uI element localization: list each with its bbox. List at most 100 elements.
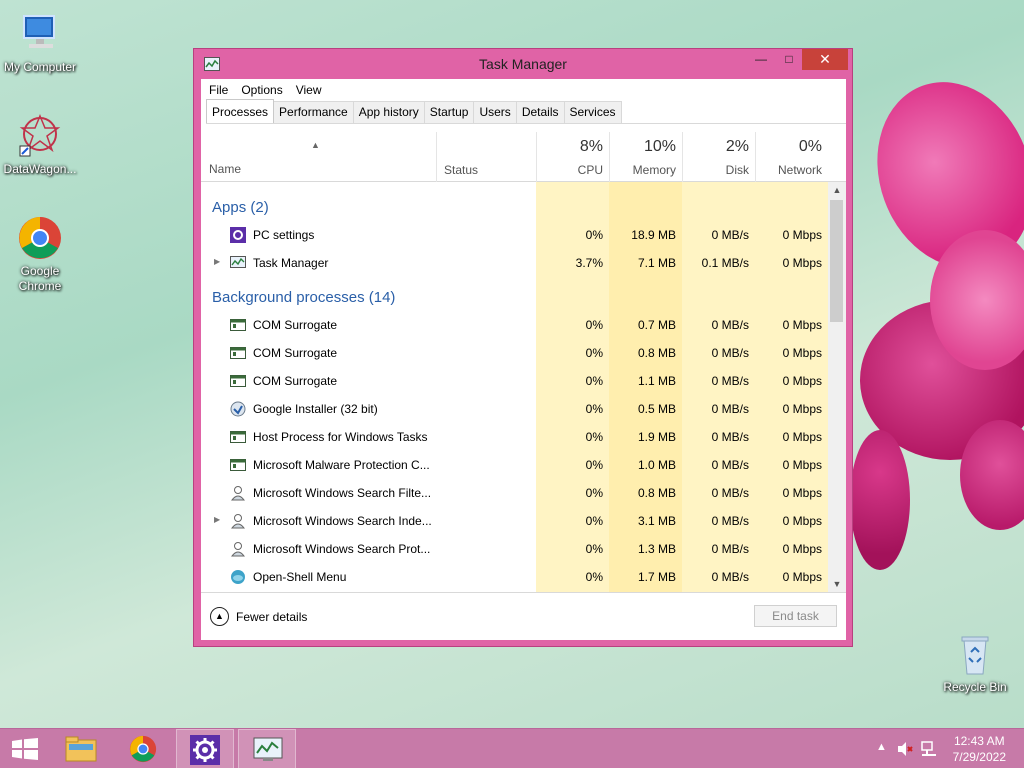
- desktop-icon-datawagon[interactable]: DataWagon...: [0, 112, 80, 177]
- memory-value: 1.7 MB: [637, 570, 676, 584]
- tab-processes[interactable]: Processes: [206, 99, 275, 123]
- network-value: 0 Mbps: [782, 374, 822, 388]
- memory-value: 0.8 MB: [637, 346, 676, 360]
- title-bar[interactable]: Task Manager — □ ✕: [194, 49, 852, 79]
- disk-value: 0 MB/s: [711, 430, 749, 444]
- column-header-cpu[interactable]: 8% CPU: [536, 132, 609, 182]
- process-name: Microsoft Windows Search Prot...: [253, 542, 431, 556]
- menu-file[interactable]: File: [209, 83, 228, 97]
- memory-value: 0.7 MB: [637, 318, 676, 332]
- tab-performance[interactable]: Performance: [273, 101, 354, 123]
- close-button[interactable]: ✕: [802, 49, 848, 70]
- chevron-up-icon: ▲: [210, 607, 229, 626]
- speaker-muted-icon[interactable]: [896, 740, 914, 758]
- tab-strip: Processes Performance App history Startu…: [206, 99, 846, 124]
- table-row[interactable]: Open-Shell Menu 0% 1.7 MB 0 MB/s 0 Mbps: [201, 563, 828, 591]
- table-row[interactable]: Microsoft Malware Protection C... 0% 1.0 M…: [201, 451, 828, 479]
- network-value: 0 Mbps: [782, 346, 822, 360]
- minimize-button[interactable]: —: [747, 52, 775, 73]
- process-name: Google Installer (32 bit): [253, 402, 378, 416]
- tab-services[interactable]: Services: [563, 101, 622, 123]
- process-name: Microsoft Windows Search Filte...: [253, 486, 432, 500]
- tab-startup[interactable]: Startup: [423, 101, 475, 123]
- windows-logo-icon: [12, 738, 38, 760]
- table-row[interactable]: PC settings 0% 18.9 MB 0 MB/s 0 Mbps: [201, 221, 828, 249]
- table-row[interactable]: ▶ Microsoft Windows Search Inde... 0% 3.1 M…: [201, 507, 828, 535]
- table-row[interactable]: Host Process for Windows Tasks 0% 1.9 MB 0 …: [201, 423, 828, 451]
- expand-arrow-icon[interactable]: ▶: [214, 515, 220, 524]
- window-app-icon: [230, 317, 246, 333]
- scroll-down-icon[interactable]: ▼: [828, 579, 846, 589]
- menu-view[interactable]: View: [296, 83, 322, 97]
- start-button[interactable]: [0, 729, 58, 768]
- table-row[interactable]: COM Surrogate 0% 0.7 MB 0 MB/s 0 Mbps: [201, 311, 828, 339]
- memory-value: 1.0 MB: [637, 458, 676, 472]
- process-name: COM Surrogate: [253, 346, 338, 360]
- network-value: 0 Mbps: [782, 228, 822, 242]
- clock-time: 12:43 AM: [953, 734, 1005, 748]
- clock[interactable]: 12:43 AM 7/29/2022: [953, 733, 1006, 765]
- maximize-button[interactable]: □: [775, 52, 803, 73]
- scroll-thumb[interactable]: [830, 200, 843, 322]
- column-header-status[interactable]: Status: [436, 132, 536, 182]
- group-title: Apps (2): [212, 199, 269, 216]
- vertical-scrollbar[interactable]: ▲ ▼: [828, 182, 846, 592]
- close-icon: ✕: [819, 51, 831, 67]
- desktop-icon-recycle-bin[interactable]: Recycle Bin: [935, 630, 1015, 695]
- group-header-background: Background processes (14): [201, 277, 828, 315]
- fewer-details-button[interactable]: ▲ Fewer details: [210, 607, 307, 626]
- network-value: 0 Mbps: [782, 402, 822, 416]
- sort-ascending-icon: ▲: [311, 140, 320, 150]
- end-task-button[interactable]: End task: [754, 605, 837, 627]
- search-user-icon: [230, 541, 246, 557]
- datawagon-icon: [16, 112, 64, 160]
- tab-details[interactable]: Details: [515, 101, 565, 123]
- table-row[interactable]: Google Installer (32 bit) 0% 0.5 MB 0 MB/s 0…: [201, 395, 828, 423]
- gear-icon: [230, 227, 246, 243]
- desktop-icon-google-chrome[interactable]: Google Chrome: [0, 214, 80, 294]
- process-name: PC settings: [253, 228, 315, 242]
- column-header-network[interactable]: 0% Network: [755, 132, 828, 182]
- table-row[interactable]: COM Surrogate 0% 0.8 MB 0 MB/s 0 Mbps: [201, 339, 828, 367]
- table-row[interactable]: COM Surrogate 0% 1.1 MB 0 MB/s 0 Mbps: [201, 367, 828, 395]
- memory-value: 0.8 MB: [637, 486, 676, 500]
- cpu-value: 0%: [585, 402, 603, 416]
- table-row[interactable]: ▶ Task Manager 3.7% 7.1 MB 0.1 MB/s 0 Mbps: [201, 249, 828, 277]
- cpu-value: 0%: [585, 318, 603, 332]
- recycle-bin-icon: [951, 630, 999, 678]
- taskbar-task-manager[interactable]: [238, 729, 296, 768]
- task-manager-window: Task Manager — □ ✕ File Options View Pro…: [193, 48, 853, 647]
- table-header: ▲ Name Status 8% CPU 10% Memory 2% Disk …: [201, 132, 846, 182]
- window-app-icon: [230, 429, 246, 445]
- taskbar-chrome[interactable]: [114, 729, 172, 768]
- installer-icon: [230, 401, 246, 417]
- show-hidden-icons-button[interactable]: ▲: [876, 741, 887, 753]
- disk-value: 0 MB/s: [711, 374, 749, 388]
- memory-value: 18.9 MB: [631, 228, 676, 242]
- expand-arrow-icon[interactable]: ▶: [214, 257, 220, 266]
- process-name: COM Surrogate: [253, 318, 338, 332]
- cpu-value: 3.7%: [575, 256, 603, 270]
- menu-options[interactable]: Options: [241, 83, 282, 97]
- taskbar-file-explorer[interactable]: [52, 729, 110, 768]
- scroll-up-icon[interactable]: ▲: [828, 185, 846, 195]
- group-title: Background processes (14): [212, 289, 396, 306]
- process-name: Task Manager: [253, 256, 329, 270]
- cpu-value: 0%: [585, 458, 603, 472]
- task-manager-icon: [253, 737, 283, 761]
- table-row[interactable]: Microsoft Windows Search Filte... 0% 0.8 M…: [201, 479, 828, 507]
- tab-users[interactable]: Users: [473, 101, 517, 123]
- network-value: 0 Mbps: [782, 430, 822, 444]
- disk-value: 0 MB/s: [711, 318, 749, 332]
- taskbar-pc-settings[interactable]: [176, 729, 234, 768]
- column-header-memory[interactable]: 10% Memory: [609, 132, 682, 182]
- menu-bar: File Options View: [201, 79, 846, 101]
- column-header-disk[interactable]: 2% Disk: [682, 132, 755, 182]
- tab-app-history[interactable]: App history: [352, 101, 425, 123]
- table-row[interactable]: Microsoft Windows Search Prot... 0% 1.3 MB…: [201, 535, 828, 563]
- network-value: 0 Mbps: [782, 542, 822, 556]
- column-header-name[interactable]: Name: [209, 162, 241, 176]
- disk-value: 0 MB/s: [711, 570, 749, 584]
- desktop-icon-my-computer[interactable]: My Computer: [0, 10, 80, 75]
- network-icon[interactable]: [920, 740, 938, 758]
